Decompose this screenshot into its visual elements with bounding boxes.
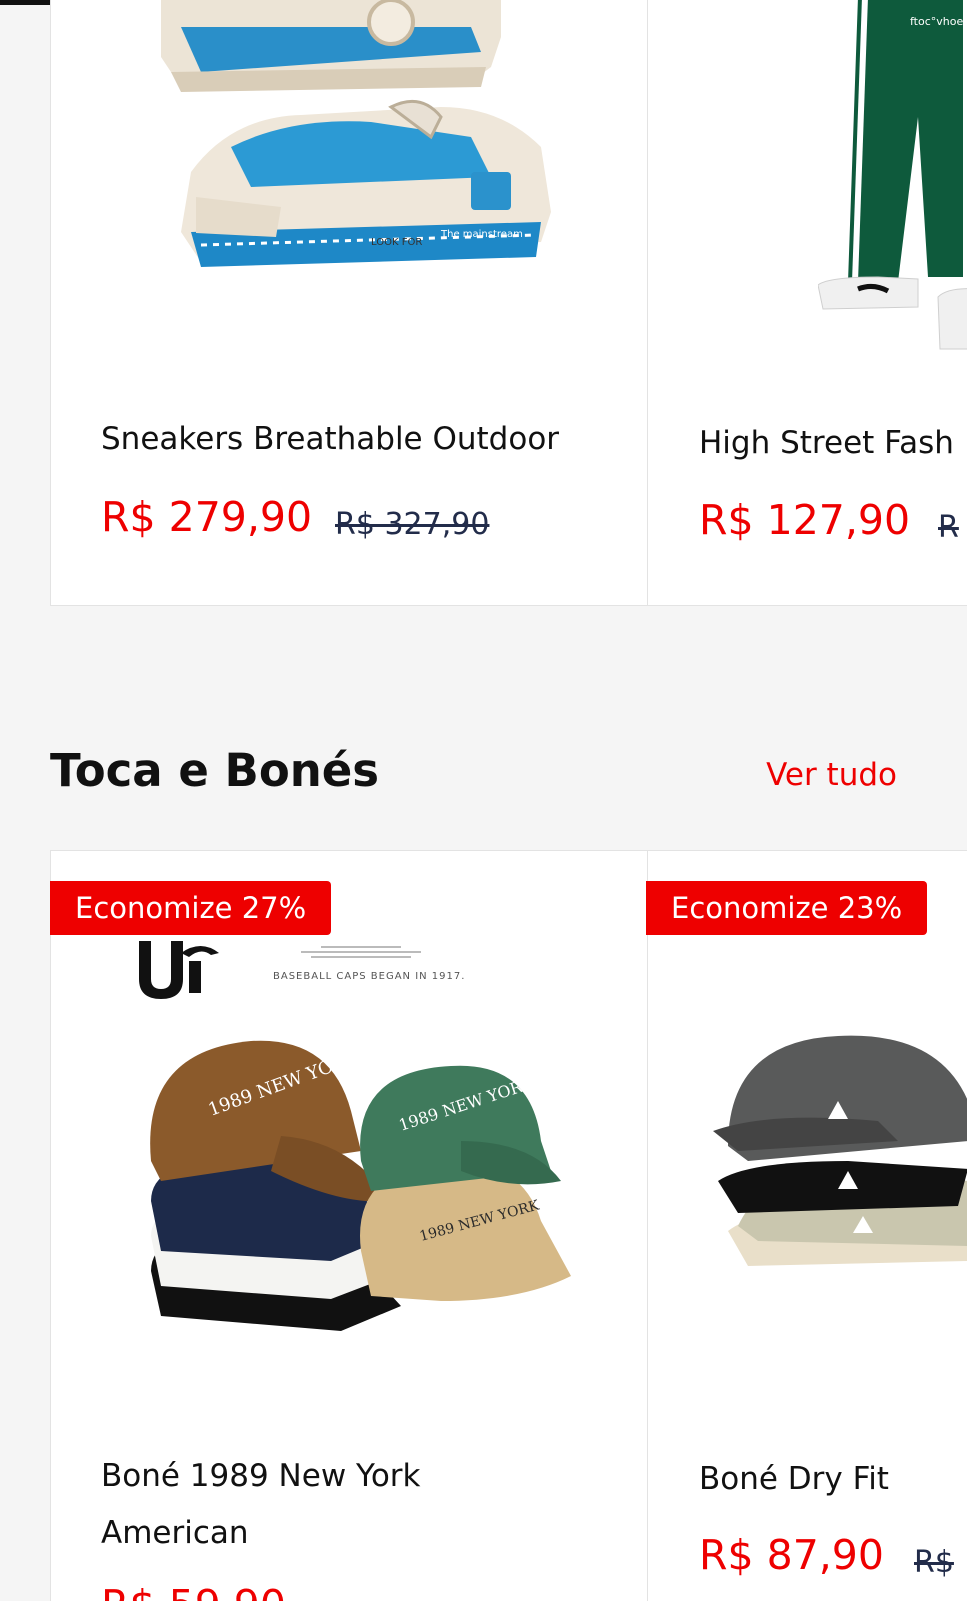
sale-price: R$ 127,90: [699, 496, 911, 544]
product-card-bone-1989[interactable]: BASEBALL CAPS BEGAN IN 1917. 1989 NEW YO…: [50, 850, 648, 1601]
product-title[interactable]: Sneakers Breathable Outdoor: [101, 411, 559, 468]
svg-text:LOOK FOR: LOOK FOR: [371, 237, 422, 248]
sale-price: R$ 87,90: [699, 1531, 884, 1579]
sneakers-image[interactable]: LOOK FOR The mainstream: [141, 0, 561, 297]
product-card-bone-dry-fit[interactable]: Economize 23% Boné Dry Fit R$ 87,90 R$: [646, 850, 967, 1601]
image-caption-small-print: [291, 943, 431, 963]
discount-badge: Economize 27%: [50, 881, 332, 935]
product-title-line2[interactable]: American: [101, 1505, 249, 1562]
product-card-high-street[interactable]: ftoc°vhoe High Street Fash R$ 127,90 R: [647, 0, 967, 606]
original-price: R$: [914, 1545, 954, 1580]
product-row-caps: BASEBALL CAPS BEGAN IN 1917. 1989 NEW YO…: [0, 850, 967, 1601]
product-title[interactable]: Boné Dry Fit: [699, 1451, 889, 1508]
image-caption: BASEBALL CAPS BEGAN IN 1917.: [273, 971, 466, 982]
product-row-sneakers: LOOK FOR The mainstream Sneakers Breatha…: [0, 0, 967, 610]
product-card-sneakers[interactable]: LOOK FOR The mainstream Sneakers Breatha…: [50, 0, 648, 606]
svg-text:The mainstream: The mainstream: [440, 229, 523, 240]
dry-fit-caps-image[interactable]: [708, 1001, 967, 1271]
brand-logo: [139, 941, 219, 999]
product-title-line1[interactable]: Boné 1989 New York: [101, 1448, 421, 1505]
sale-price: R$ 59,90: [101, 1581, 286, 1601]
svg-text:ftoc°vhoe: ftoc°vhoe: [910, 15, 963, 28]
caps-image[interactable]: 1989 NEW YORK 1989 NEW YORK 1989 NEW YOR…: [121, 1031, 581, 1361]
section-title: Toca e Bonés: [50, 744, 380, 797]
discount-badge: Economize 23%: [646, 881, 928, 935]
original-price: R$ 327,90: [335, 507, 490, 542]
sale-price: R$ 279,90: [101, 493, 313, 541]
view-all-link[interactable]: Ver tudo: [766, 757, 897, 793]
original-price: R: [938, 510, 959, 545]
product-title[interactable]: High Street Fash: [699, 415, 954, 472]
pants-image[interactable]: ftoc°vhoe: [818, 0, 967, 357]
